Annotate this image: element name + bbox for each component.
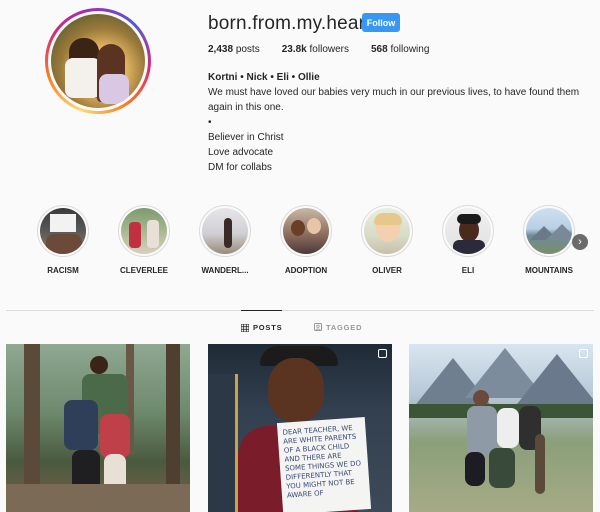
avatar-inner <box>48 11 148 111</box>
highlight-label: WANDERL... <box>201 266 249 275</box>
avatar-photo <box>51 14 145 108</box>
grid-icon <box>241 323 249 332</box>
followers-label: followers <box>309 44 349 55</box>
highlight-thumbnail <box>526 208 572 254</box>
highlight-thumbnail <box>40 208 86 254</box>
tab-divider <box>6 310 594 311</box>
highlight-eli[interactable]: ELI <box>433 205 503 275</box>
highlight-thumbnail <box>364 208 410 254</box>
tab-posts-label: POSTS <box>253 323 283 332</box>
profile-avatar[interactable] <box>45 8 151 114</box>
post-thumbnail[interactable]: DEAR TEACHER, WE ARE WHITE PARENTS OF A … <box>208 344 392 512</box>
following-stat[interactable]: 568 following <box>371 44 429 55</box>
bio-line: Believer in Christ <box>208 132 284 143</box>
post-thumbnail[interactable] <box>409 344 593 512</box>
followers-stat[interactable]: 23.8k followers <box>282 44 349 55</box>
post-sign-text: DEAR TEACHER, WE ARE WHITE PARENTS OF A … <box>276 417 372 512</box>
tab-tagged[interactable]: TAGGED <box>314 310 362 344</box>
highlight-adoption[interactable]: ADOPTION <box>271 205 341 275</box>
highlight-cleverlee[interactable]: CLEVERLEE <box>109 205 179 275</box>
profile-username: born.from.my.heart <box>208 13 371 34</box>
tab-posts[interactable]: POSTS <box>241 310 283 344</box>
profile-stats: 2,438 posts 23.8k followers 568 followin… <box>208 44 451 55</box>
multiple-photos-icon <box>378 349 387 358</box>
highlight-label: ELI <box>461 266 475 275</box>
highlight-thumbnail <box>283 208 329 254</box>
highlight-label: OLIVER <box>372 266 402 275</box>
bio-line: Love advocate <box>208 147 274 158</box>
multiple-photos-icon <box>579 349 588 358</box>
highlight-label: RACISM <box>47 266 79 275</box>
story-highlights: RACISM CLEVERLEE WANDERL... ADOPTION OLI… <box>28 205 588 280</box>
highlight-thumbnail <box>445 208 491 254</box>
bio-name: Kortni • Nick • Eli • Ollie <box>208 72 320 83</box>
highlight-thumbnail <box>121 208 167 254</box>
highlight-thumbnail <box>202 208 248 254</box>
bio-line: We must have loved our babies very much … <box>208 87 580 113</box>
highlight-label: ADOPTION <box>284 266 328 275</box>
posts-stat: 2,438 posts <box>208 44 260 55</box>
highlight-wanderlust[interactable]: WANDERL... <box>190 205 260 275</box>
followers-count: 23.8k <box>281 44 307 55</box>
highlight-racism[interactable]: RACISM <box>28 205 98 275</box>
follow-button[interactable]: Follow <box>362 13 400 32</box>
highlight-label: MOUNTAINS <box>525 266 573 275</box>
highlight-oliver[interactable]: OLIVER <box>352 205 422 275</box>
following-count: 568 <box>371 44 388 55</box>
posts-count: 2,438 <box>208 44 234 55</box>
tab-tagged-label: TAGGED <box>326 322 363 332</box>
tagged-icon <box>314 323 322 331</box>
bio-line: DM for collabs <box>208 162 272 173</box>
bio-bullet: • <box>208 117 212 128</box>
highlight-label: CLEVERLEE <box>119 266 168 275</box>
profile-bio: Kortni • Nick • Eli • Ollie We must have… <box>208 70 593 175</box>
posts-label: posts <box>235 44 260 55</box>
highlights-next-icon[interactable]: › <box>572 234 588 250</box>
post-thumbnail[interactable] <box>6 344 190 512</box>
following-label: following <box>390 44 430 55</box>
